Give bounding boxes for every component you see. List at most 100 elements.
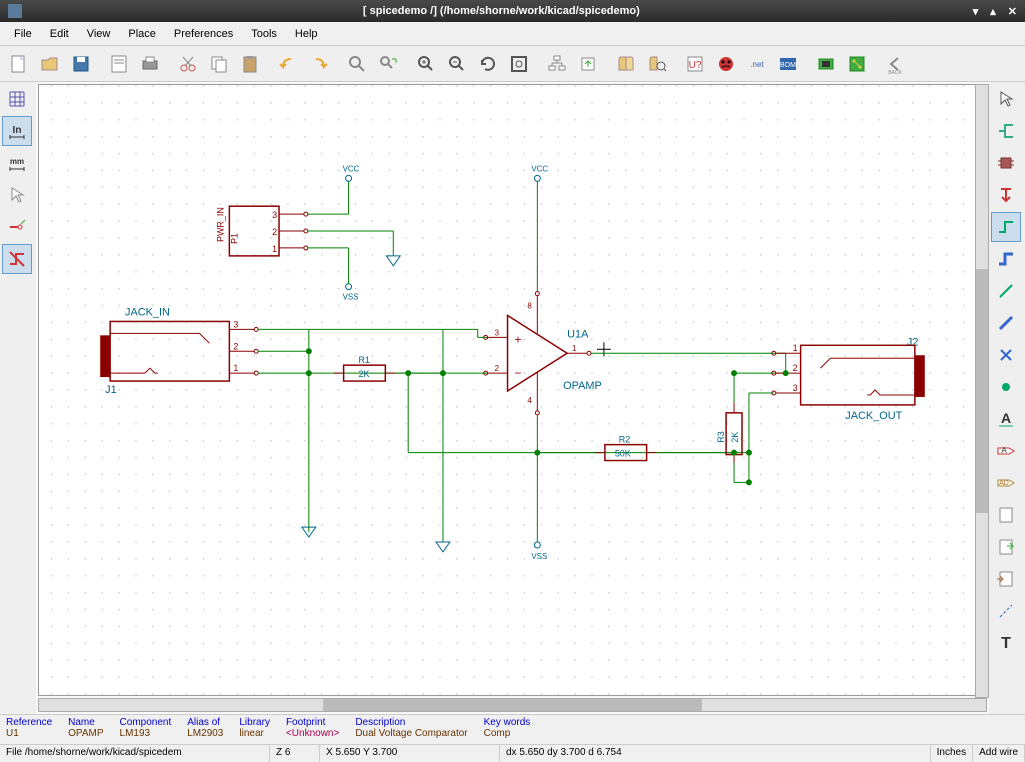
status-bar: File /home/shorne/work/kicad/spicedem Z … xyxy=(0,744,1025,762)
svg-text:1: 1 xyxy=(572,344,577,353)
maximize-button[interactable]: ▴ xyxy=(990,5,996,18)
highlight-net-icon[interactable] xyxy=(991,116,1021,146)
grid-icon[interactable] xyxy=(2,84,32,114)
svg-text:J1: J1 xyxy=(105,384,117,396)
place-bus-entry-icon[interactable] xyxy=(991,308,1021,338)
save-icon[interactable] xyxy=(66,49,96,79)
status-file: File /home/shorne/work/kicad/spicedem xyxy=(0,745,270,762)
place-label-icon[interactable]: A xyxy=(991,404,1021,434)
place-wire-entry-icon[interactable] xyxy=(991,276,1021,306)
leave-sheet-icon[interactable] xyxy=(573,49,603,79)
annotate-icon[interactable]: U? xyxy=(680,49,710,79)
close-button[interactable]: ✕ xyxy=(1008,5,1017,18)
horizontal-scrollbar[interactable] xyxy=(38,698,987,712)
place-bus-icon[interactable] xyxy=(991,244,1021,274)
place-global-label-icon[interactable]: A xyxy=(991,436,1021,466)
minimize-button[interactable]: ▾ xyxy=(973,5,979,18)
status-mode: Add wire xyxy=(973,745,1025,762)
pcbnew-icon[interactable] xyxy=(842,49,872,79)
back-icon[interactable]: BACK xyxy=(880,49,910,79)
menu-edit[interactable]: Edit xyxy=(42,25,77,43)
menu-help[interactable]: Help xyxy=(287,25,326,43)
svg-text:R3: R3 xyxy=(716,431,726,442)
info-footprint-value: <Unknown> xyxy=(286,728,339,739)
place-noconnect-icon[interactable] xyxy=(991,340,1021,370)
menu-preferences[interactable]: Preferences xyxy=(166,25,241,43)
svg-text:R1: R1 xyxy=(359,355,370,365)
schematic-canvas[interactable]: PWR_IN P1 3 2 1 VCC xyxy=(38,84,987,696)
info-name-value: OPAMP xyxy=(68,728,103,739)
copy-icon[interactable] xyxy=(204,49,234,79)
svg-text:3: 3 xyxy=(233,319,238,329)
erc-icon[interactable] xyxy=(711,49,741,79)
hidden-pins-icon[interactable] xyxy=(2,212,32,242)
find-icon[interactable] xyxy=(342,49,372,79)
menu-view[interactable]: View xyxy=(79,25,119,43)
open-icon[interactable] xyxy=(35,49,65,79)
import-sheet-pin-icon[interactable] xyxy=(991,532,1021,562)
app-icon xyxy=(8,4,22,18)
place-line-icon[interactable] xyxy=(991,596,1021,626)
bus-direction-icon[interactable] xyxy=(2,244,32,274)
svg-text:A: A xyxy=(1001,410,1011,426)
cut-icon[interactable] xyxy=(173,49,203,79)
place-text-icon[interactable]: T xyxy=(991,628,1021,658)
menu-tools[interactable]: Tools xyxy=(243,25,285,43)
undo-icon[interactable] xyxy=(273,49,303,79)
left-toolbar: In mm xyxy=(0,82,36,714)
place-junction-icon[interactable] xyxy=(991,372,1021,402)
svg-text:4: 4 xyxy=(527,396,532,405)
print-icon[interactable] xyxy=(135,49,165,79)
place-power-icon[interactable] xyxy=(991,180,1021,210)
place-sheet-icon[interactable] xyxy=(991,500,1021,530)
svg-text:P1: P1 xyxy=(229,233,239,244)
svg-text:U?: U? xyxy=(689,60,702,71)
menubar: File Edit View Place Preferences Tools H… xyxy=(0,22,1025,46)
menu-place[interactable]: Place xyxy=(120,25,164,43)
right-toolbar: A A AD T xyxy=(989,82,1025,714)
status-xy: X 5.650 Y 3.700 xyxy=(320,745,500,762)
svg-text:In: In xyxy=(13,125,22,136)
zoom-redraw-icon[interactable] xyxy=(473,49,503,79)
select-icon[interactable] xyxy=(991,84,1021,114)
zoom-in-icon[interactable] xyxy=(411,49,441,79)
info-footprint-label: Footprint xyxy=(286,717,339,728)
svg-text:1: 1 xyxy=(272,244,277,254)
hierarchy-icon[interactable] xyxy=(542,49,572,79)
place-component-icon[interactable] xyxy=(991,148,1021,178)
place-sheet-pin-icon[interactable] xyxy=(991,564,1021,594)
info-bar: ReferenceU1 NameOPAMP ComponentLM193 Ali… xyxy=(0,714,1025,744)
units-in-icon[interactable]: In xyxy=(2,116,32,146)
svg-text:1: 1 xyxy=(793,343,798,353)
info-name-label: Name xyxy=(68,717,103,728)
svg-text:50K: 50K xyxy=(615,449,631,459)
units-mm-icon[interactable]: mm xyxy=(2,148,32,178)
svg-text:1: 1 xyxy=(233,363,238,373)
svg-text:.net: .net xyxy=(750,60,764,69)
titlebar: [ spicedemo /] (/home/shorne/work/kicad/… xyxy=(0,0,1025,22)
place-wire-icon[interactable] xyxy=(991,212,1021,242)
page-settings-icon[interactable] xyxy=(104,49,134,79)
netlist-icon[interactable]: .net xyxy=(742,49,772,79)
menu-file[interactable]: File xyxy=(6,25,40,43)
svg-text:2: 2 xyxy=(233,341,238,351)
find-replace-icon[interactable] xyxy=(373,49,403,79)
zoom-fit-icon[interactable] xyxy=(504,49,534,79)
svg-text:3: 3 xyxy=(495,328,500,337)
library-editor-icon[interactable] xyxy=(611,49,641,79)
redo-icon[interactable] xyxy=(304,49,334,79)
zoom-out-icon[interactable] xyxy=(442,49,472,79)
svg-text:BOM: BOM xyxy=(780,62,796,69)
place-hier-label-icon[interactable]: AD xyxy=(991,468,1021,498)
cursor-shape-icon[interactable] xyxy=(2,180,32,210)
bom-icon[interactable]: BOM xyxy=(773,49,803,79)
library-browser-icon[interactable] xyxy=(642,49,672,79)
svg-text:VSS: VSS xyxy=(343,293,359,302)
svg-text:2K: 2K xyxy=(359,369,370,379)
new-icon[interactable] xyxy=(4,49,34,79)
paste-icon[interactable] xyxy=(235,49,265,79)
info-component-value: LM193 xyxy=(120,728,172,739)
info-description-value: Dual Voltage Comparator xyxy=(355,728,467,739)
cvpcb-icon[interactable] xyxy=(811,49,841,79)
vertical-scrollbar[interactable] xyxy=(975,84,989,698)
